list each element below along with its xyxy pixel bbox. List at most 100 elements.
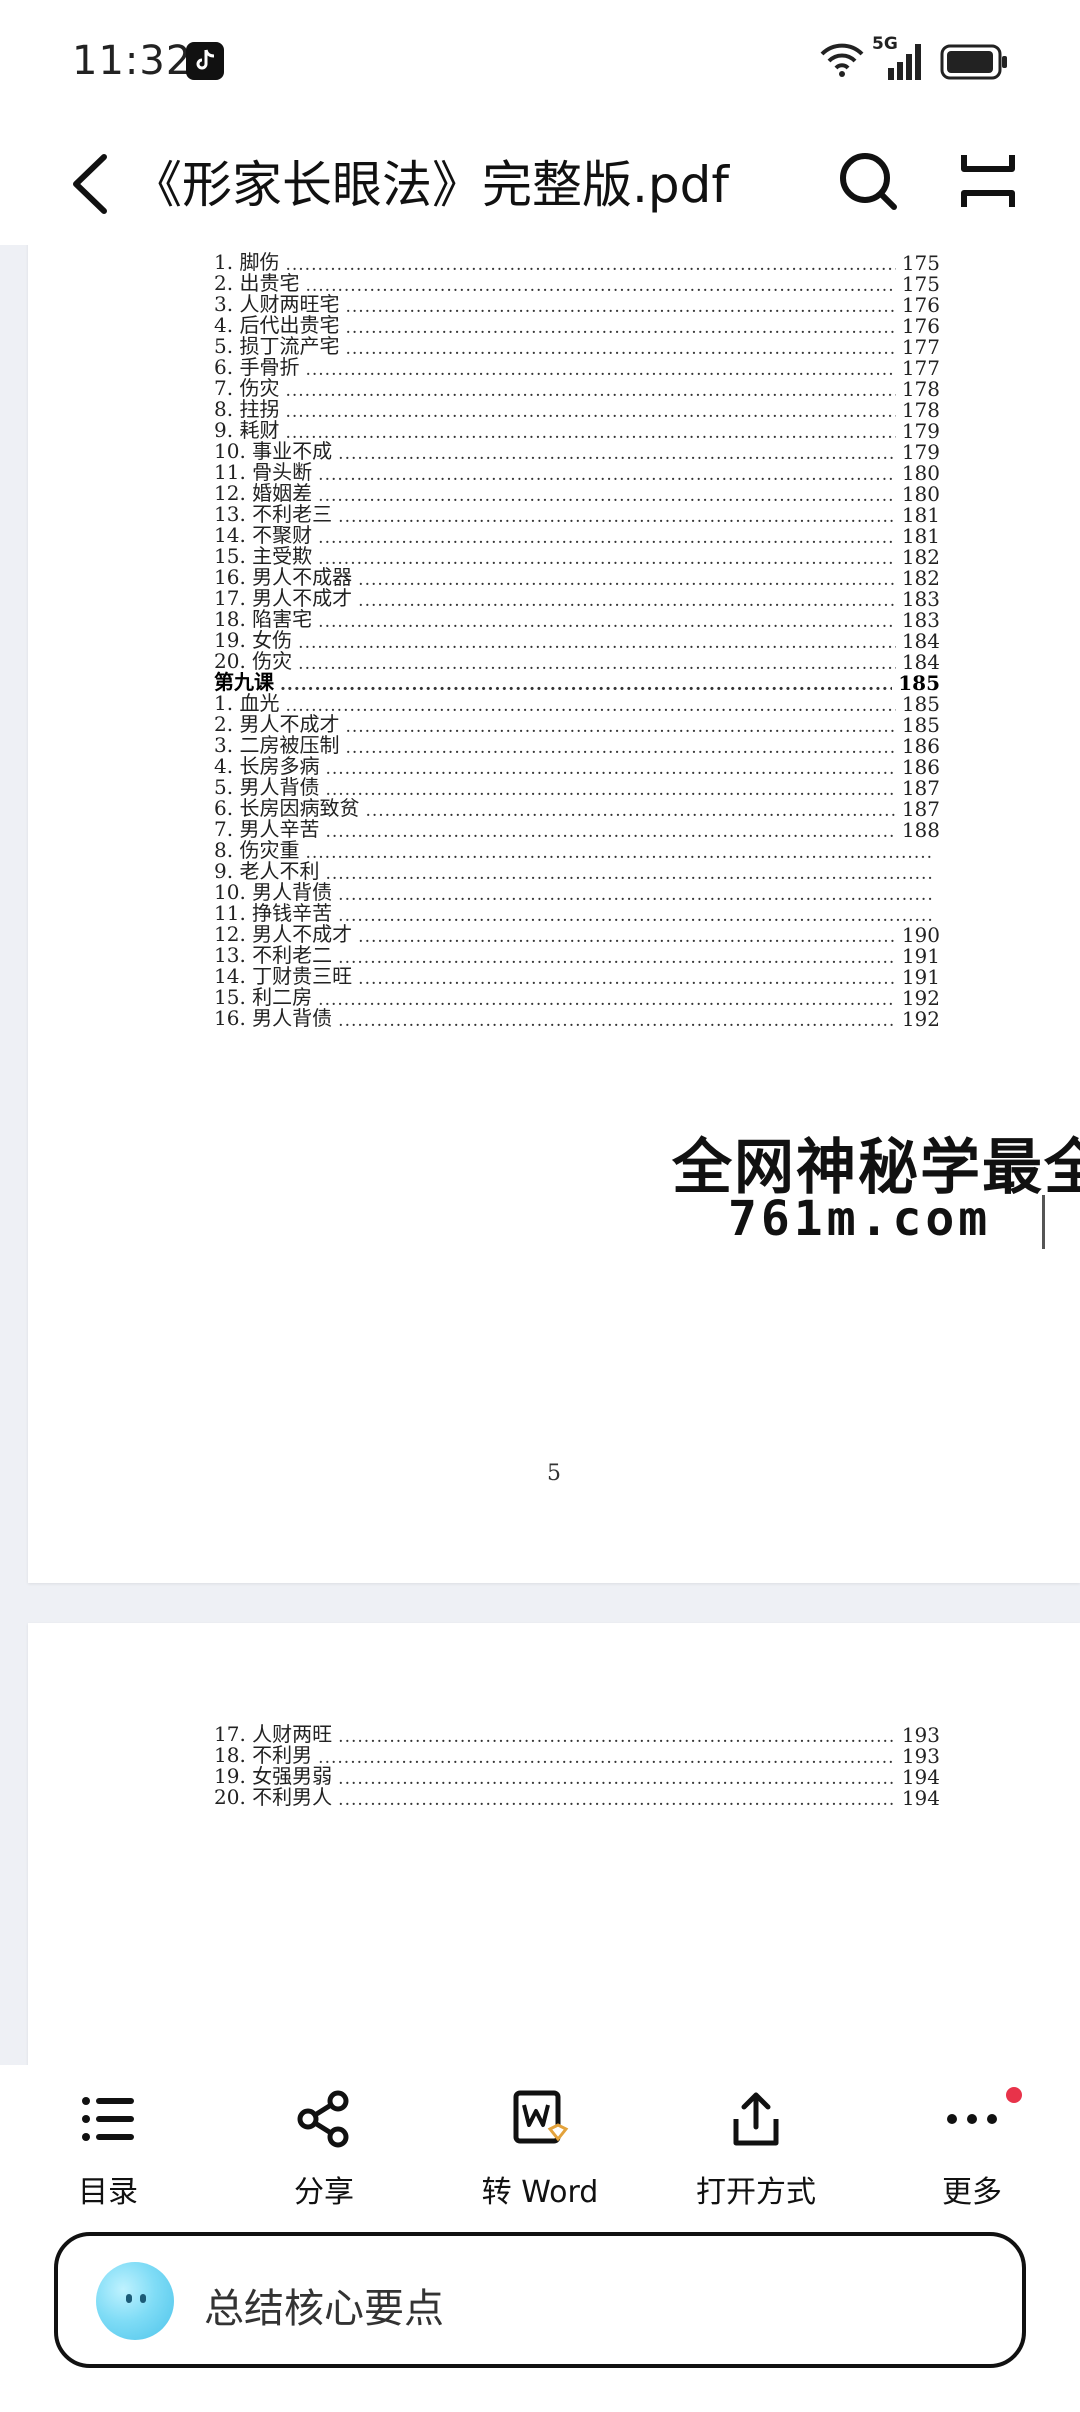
back-arrow-icon[interactable] [64, 149, 124, 219]
share-button[interactable]: 分享 [234, 2079, 414, 2210]
toc-entry-page: 175 [901, 272, 940, 296]
toc-entry-page: 183 [901, 608, 940, 632]
toc-label: 目录 [78, 2175, 138, 2210]
toc-entry-page: 175 [901, 251, 940, 275]
convert-word-button[interactable]: 转 Word [450, 2079, 630, 2210]
toc-dot-leader: ........................................… [358, 591, 896, 611]
toc-button[interactable]: 目录 [18, 2079, 198, 2210]
toc-entry-page: 177 [901, 335, 940, 359]
toc-dot-leader: ........................................… [325, 780, 896, 800]
toc-dot-leader: ........................................… [305, 360, 896, 380]
signal-icon [888, 44, 921, 80]
toc-entry-page: 178 [901, 377, 940, 401]
page-number: 5 [547, 1461, 561, 1486]
toc-dot-leader: ........................................… [285, 381, 896, 401]
toc-entry-page: 194 [901, 1786, 940, 1810]
toc-dot-leader: ........................................… [345, 297, 896, 317]
fullscreen-icon[interactable] [958, 151, 1018, 211]
toc-entry-page: 187 [901, 776, 940, 800]
toc-dot-leader: ........................................… [285, 402, 896, 422]
bottom-toolbar: 目录 分享 转 Word 打开方式 更多 [0, 2065, 1080, 2215]
toc-entry-page: 182 [901, 545, 940, 569]
notification-dot [1006, 2087, 1022, 2103]
tiktok-icon [186, 42, 224, 80]
search-icon[interactable] [836, 149, 900, 213]
ai-summary-label: 总结核心要点 [204, 2286, 444, 2332]
status-time: 11:32 [72, 38, 193, 84]
more-button[interactable]: 更多 [882, 2079, 1062, 2210]
toc-dot-leader: ........................................… [358, 927, 896, 947]
toc-entry-page: 185 [901, 713, 940, 737]
toc-list-icon [82, 2097, 134, 2141]
toc-entry-page: 191 [901, 965, 940, 989]
toc-entry-page: 176 [901, 293, 940, 317]
toc-dot-leader: ........................................… [345, 339, 896, 359]
app-header: 《形家长眼法》完整版.pdf [0, 125, 1080, 245]
toc-dot-leader: ........................................… [318, 486, 896, 506]
toc-entry-page: 178 [901, 398, 940, 422]
share-label: 分享 [294, 2175, 354, 2210]
toc-dot-leader: ........................................… [345, 738, 896, 758]
document-viewer[interactable]: 16. 男人背债................................… [0, 245, 1080, 2065]
toc-entry-label: 1. 脚伤 [214, 250, 280, 274]
toc-entry-page: 185 [898, 671, 940, 695]
toc-dot-leader: ........................................… [365, 801, 895, 821]
toc-entry-page: 187 [901, 797, 940, 821]
toc-dot-leader: ........................................… [338, 444, 896, 464]
toc-entry-page: 180 [901, 461, 940, 485]
toc-dot-leader: ........................................… [345, 318, 896, 338]
toc-entry-page: 177 [901, 356, 940, 380]
toc-entry-page: 191 [901, 944, 940, 968]
toc-dot-leader: ........................................… [285, 696, 896, 716]
convert-word-icon [513, 2090, 569, 2144]
toc-dot-leader: ........................................… [358, 969, 896, 989]
text-cursor [1042, 1195, 1045, 1249]
toc-entry-page: 188 [901, 818, 940, 842]
toc-dot-leader: ........................................… [338, 906, 934, 926]
ai-eye [126, 2294, 132, 2303]
toc-dot-leader: ........................................… [325, 822, 896, 842]
ai-eye [140, 2294, 146, 2303]
share-icon [297, 2090, 349, 2148]
document-title: 《形家长眼法》完整版.pdf [132, 156, 729, 214]
more-icon [947, 2114, 997, 2124]
toc-entry-page: 182 [901, 566, 940, 590]
toc-entry-page: 180 [901, 482, 940, 506]
open-with-button[interactable]: 打开方式 [666, 2079, 846, 2210]
toc-entry-page: 179 [901, 440, 940, 464]
toc-dot-leader: ........................................… [298, 633, 896, 653]
toc-dot-leader: ........................................… [318, 528, 896, 548]
battery-icon [940, 44, 1007, 80]
toc-dot-leader: ........................................… [325, 759, 896, 779]
open-with-label: 打开方式 [696, 2175, 816, 2210]
toc-entry-page: 183 [901, 587, 940, 611]
toc-entry-page: 185 [901, 692, 940, 716]
toc-dot-leader: ........................................… [318, 612, 896, 632]
watermark-url: 761m.com [728, 1191, 992, 1247]
ai-assistant-icon [96, 2262, 174, 2340]
toc-dot-leader: ........................................… [298, 654, 896, 674]
status-bar: 11:32 5G [0, 0, 1080, 125]
toc-entry-page: 179 [901, 419, 940, 443]
toc-dot-leader: ........................................… [285, 255, 896, 275]
toc-entry-page: 193 [901, 1723, 940, 1747]
toc-dot-leader: ........................................… [305, 843, 934, 863]
toc-dot-leader: ........................................… [305, 276, 896, 296]
toc-dot-leader: ........................................… [338, 948, 896, 968]
toc-dot-leader: ........................................… [338, 1011, 896, 1031]
toc-dot-leader: ........................................… [318, 549, 896, 569]
toc-entry-page: 194 [901, 1765, 940, 1789]
toc-dot-leader: ........................................… [318, 1748, 896, 1768]
pdf-page: 16. 男人背债................................… [28, 245, 1080, 1583]
ai-summary-button[interactable]: 总结核心要点 [54, 2232, 1026, 2368]
toc-dot-leader: ........................................… [358, 570, 896, 590]
toc-dot-leader: ........................................… [318, 465, 896, 485]
toc-dot-leader: ........................................… [338, 885, 934, 905]
toc-entry-page: 190 [901, 923, 940, 947]
toc-entry-page: 181 [901, 503, 940, 527]
toc-entry[interactable]: 17. 人财两旺................................… [214, 1715, 940, 1747]
toc-entry-page: 184 [901, 629, 940, 653]
watermark: 全网神秘学最全 761m.com [640, 1113, 1080, 1253]
toc-entry[interactable]: 1. 脚伤...................................… [214, 245, 940, 275]
convert-word-label: 转 Word [481, 2175, 599, 2210]
